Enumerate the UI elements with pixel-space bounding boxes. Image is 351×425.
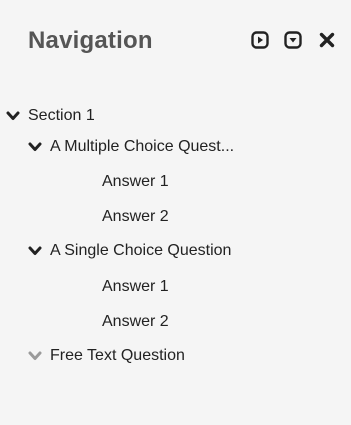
tree-question-label: A Multiple Choice Quest...: [50, 138, 235, 155]
chevron-down-icon: [28, 244, 42, 258]
close-icon[interactable]: [317, 30, 337, 50]
tree-answer-label: Answer 1: [102, 278, 169, 295]
caret-down-square-icon[interactable]: [283, 30, 303, 50]
chevron-down-icon: [28, 349, 42, 363]
tree-answer-label: Answer 2: [102, 313, 169, 330]
panel-header: Navigation: [0, 0, 351, 80]
tree-section-node[interactable]: Section 1: [6, 102, 95, 130]
tree-answer-label: Answer 1: [102, 173, 169, 190]
tree-answer-node[interactable]: Answer 1: [102, 168, 169, 196]
tree-question-label: Free Text Question: [50, 347, 185, 364]
tree-section-label: Section 1: [28, 107, 95, 124]
tree-answer-node[interactable]: Answer 2: [102, 308, 169, 336]
play-square-icon[interactable]: [250, 30, 270, 50]
chevron-down-icon: [28, 140, 42, 154]
chevron-down-icon: [6, 109, 20, 123]
tree-answer-label: Answer 2: [102, 208, 169, 225]
tree-question-node[interactable]: A Single Choice Question: [28, 237, 231, 265]
panel-title: Navigation: [28, 27, 153, 54]
navigation-panel: Navigation Section 1 A Multiple Choice Q…: [0, 0, 351, 425]
tree-question-label: A Single Choice Question: [50, 242, 232, 259]
tree-answer-node[interactable]: Answer 1: [102, 273, 169, 301]
tree-question-node[interactable]: Free Text Question: [28, 342, 185, 370]
tree-question-node[interactable]: A Multiple Choice Quest...: [28, 133, 234, 161]
tree-answer-node[interactable]: Answer 2: [102, 203, 169, 231]
